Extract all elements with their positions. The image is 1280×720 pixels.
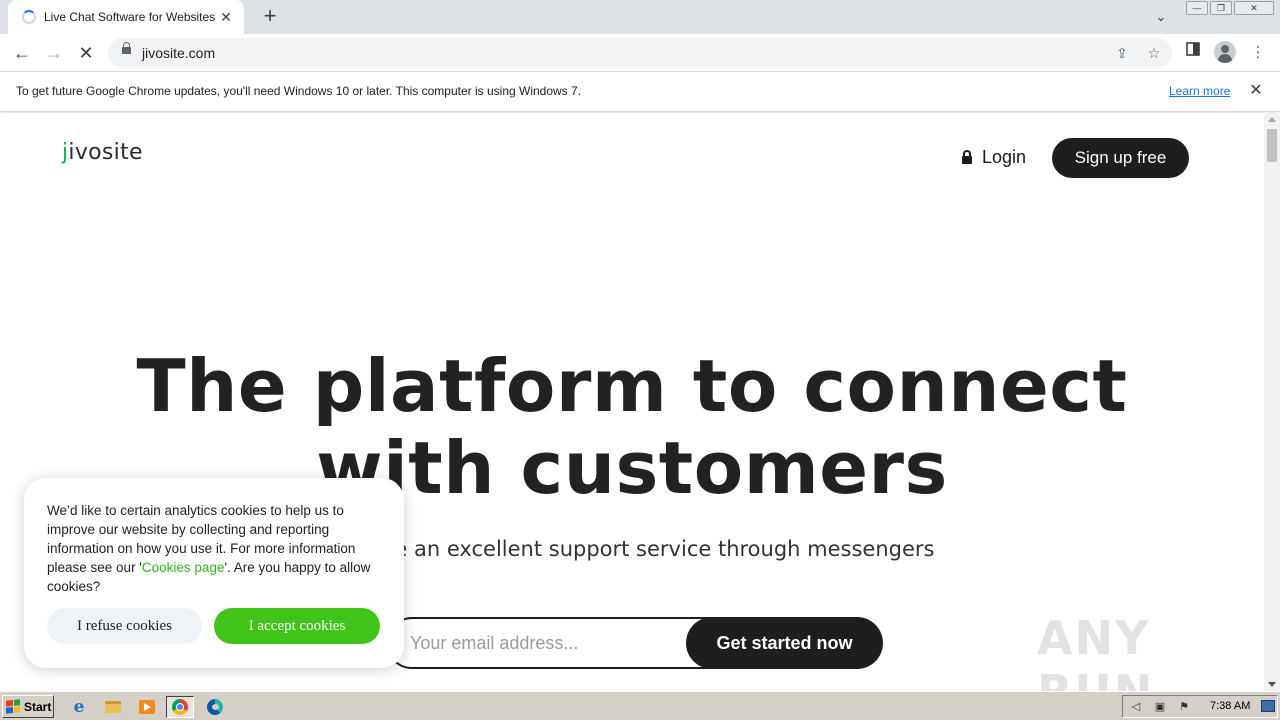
signup-form: Get started now: [386, 617, 883, 669]
clock[interactable]: 7:38 AM: [1210, 700, 1250, 712]
jivosite-logo[interactable]: jivosite: [62, 140, 143, 165]
infobar-message: To get future Google Chrome updates, you…: [16, 84, 582, 98]
window-controls: — ❐ ✕: [1186, 1, 1274, 15]
ie-icon[interactable]: e: [68, 696, 90, 718]
loading-spinner-icon: [22, 10, 36, 24]
scroll-thumb[interactable]: [1267, 129, 1277, 162]
anyrun-watermark: ANY RUN: [1037, 611, 1152, 691]
refuse-cookies-button[interactable]: I refuse cookies: [47, 608, 202, 644]
explorer-icon[interactable]: [102, 696, 124, 718]
share-icon[interactable]: ⇪: [1111, 42, 1133, 64]
minimize-button[interactable]: —: [1186, 1, 1208, 15]
cookie-banner: We’d like to certain analytics cookies t…: [24, 478, 404, 668]
scroll-up-arrow-icon[interactable]: [1268, 117, 1276, 122]
update-infobar: To get future Google Chrome updates, you…: [0, 72, 1280, 112]
action-center-flag-icon[interactable]: ⚑: [1177, 700, 1191, 714]
browser-toolbar: ← → ✕ jivosite.com ⇪ ☆ ⋮: [0, 34, 1280, 72]
windows-taskbar: Start e ◁ ▣ ⚑ 7:38 AM: [0, 691, 1280, 720]
restore-button[interactable]: ❐: [1210, 1, 1232, 15]
side-panel-icon[interactable]: [1181, 40, 1205, 64]
back-icon[interactable]: ←: [10, 41, 34, 65]
url-text[interactable]: jivosite.com: [142, 45, 215, 61]
tab-search-chevron-icon[interactable]: ⌄: [1150, 6, 1172, 28]
edge-icon[interactable]: [204, 696, 226, 718]
login-link[interactable]: Login: [962, 147, 1026, 168]
cookies-page-link[interactable]: Cookies page: [142, 560, 225, 575]
lock-icon[interactable]: [122, 42, 131, 54]
scroll-down-arrow-icon[interactable]: [1268, 682, 1276, 687]
chrome-icon[interactable]: [166, 696, 194, 718]
star-icon[interactable]: ☆: [1143, 42, 1165, 64]
accept-cookies-button[interactable]: I accept cookies: [214, 608, 380, 644]
show-desktop-icon[interactable]: [1261, 700, 1275, 712]
forward-icon[interactable]: →: [42, 41, 66, 65]
start-button[interactable]: Start: [2, 695, 54, 718]
email-input[interactable]: [410, 631, 680, 655]
active-tab[interactable]: Live Chat Software for Websites | Ji ✕: [8, 0, 244, 34]
network-icon[interactable]: ▣: [1153, 700, 1167, 714]
login-label: Login: [982, 147, 1027, 167]
system-tray: ◁ ▣ ⚑ 7:38 AM: [1122, 695, 1278, 718]
lock-icon: [962, 150, 972, 164]
volume-icon[interactable]: ◁: [1129, 700, 1143, 714]
tab-bar: Live Chat Software for Websites | Ji ✕ +…: [0, 0, 1280, 34]
new-tab-button[interactable]: +: [258, 5, 282, 29]
get-started-button[interactable]: Get started now: [686, 617, 883, 669]
stop-icon[interactable]: ✕: [74, 41, 98, 65]
page-scrollbar[interactable]: [1264, 113, 1280, 691]
cookie-message: We’d like to certain analytics cookies t…: [47, 503, 371, 594]
page-viewport: jivosite Login Sign up free The platform…: [0, 113, 1264, 691]
windows-flag-icon: [6, 699, 20, 714]
address-bar[interactable]: jivosite.com ⇪ ☆: [108, 38, 1172, 68]
infobar-close-icon[interactable]: ✕: [1246, 81, 1266, 101]
profile-icon[interactable]: [1214, 41, 1236, 63]
tab-close-icon[interactable]: ✕: [218, 9, 234, 26]
sign-up-button[interactable]: Sign up free: [1052, 138, 1189, 178]
learn-more-link[interactable]: Learn more: [1169, 84, 1230, 98]
media-player-icon[interactable]: [136, 696, 158, 718]
close-window-button[interactable]: ✕: [1234, 1, 1274, 15]
tab-title: Live Chat Software for Websites | Ji: [44, 10, 218, 24]
menu-icon[interactable]: ⋮: [1246, 41, 1270, 65]
